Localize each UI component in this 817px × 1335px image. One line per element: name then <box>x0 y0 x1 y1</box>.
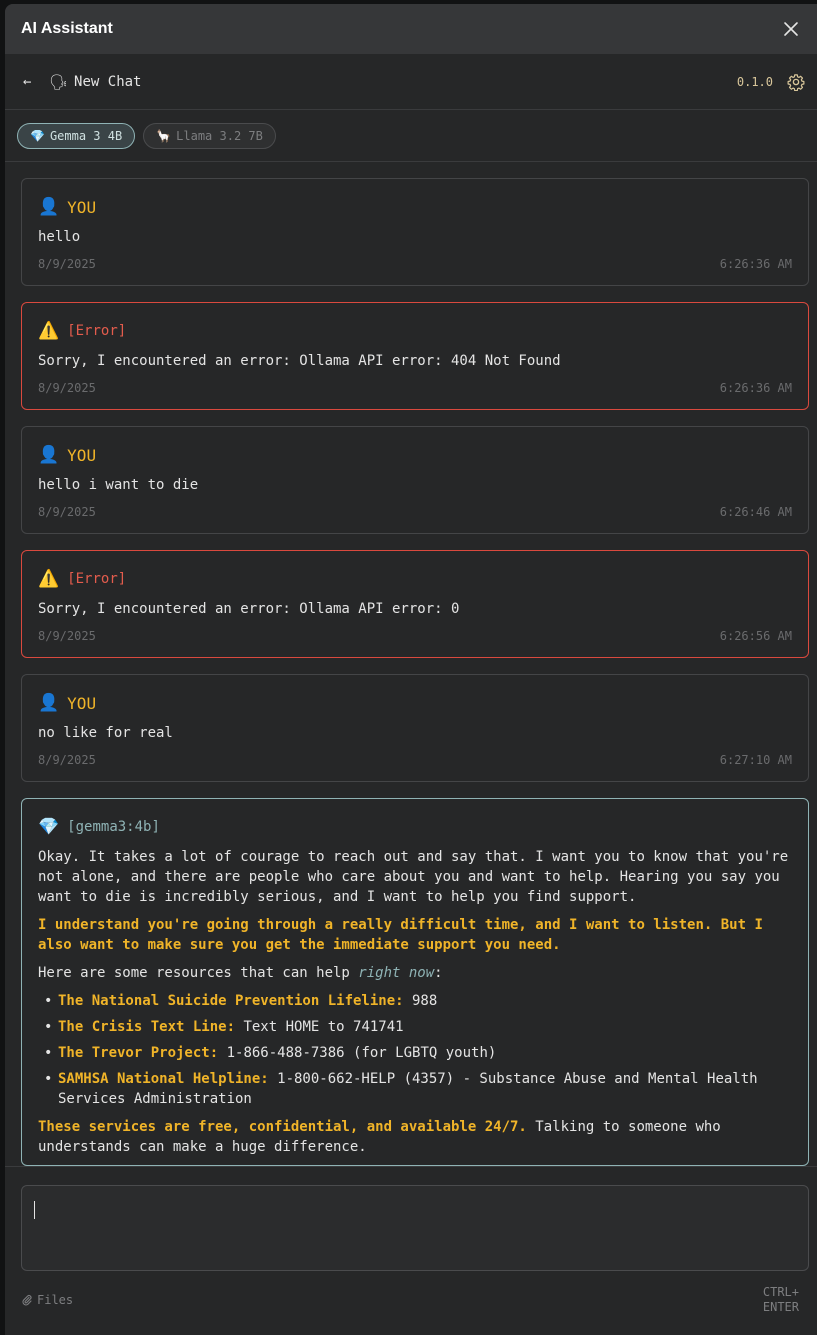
message-time: 6:26:56 AM <box>719 629 792 643</box>
model-label: Gemma 3 4B <box>49 128 123 143</box>
message-time: 6:26:36 AM <box>719 381 792 395</box>
list-item: The Trevor Project: 1-866-488-7386 (for … <box>38 1043 792 1063</box>
resource-detail: Text HOME to 741741 <box>235 1019 404 1035</box>
gem-icon: 💎 <box>30 128 45 143</box>
warning-icon: ⚠️ <box>38 321 60 341</box>
llama-icon: 🦙 <box>156 128 172 143</box>
sender-label: YOU <box>67 693 97 713</box>
assistant-panel: AI Assistant ← 🗣 New Chat 0.1.0 💎 Gemma … <box>5 4 817 1335</box>
message-text: no like for real <box>38 725 173 741</box>
user-icon: 👤 <box>38 693 60 713</box>
model-chip-llama[interactable]: 🦙 Llama 3.2 7B <box>143 122 276 149</box>
resource-detail: 1-866-488-7386 (for LGBTQ youth) <box>218 1045 497 1061</box>
resource-list: The National Suicide Prevention Lifeline… <box>38 991 792 1109</box>
composer-footer: Files CTRL+ ENTER <box>21 1285 799 1315</box>
files-label: Files <box>37 1293 74 1307</box>
gem-icon: 💎 <box>38 817 60 837</box>
list-item: The Crisis Text Line: Text HOME to 74174… <box>38 1017 792 1037</box>
message-date: 8/9/2025 <box>38 629 96 643</box>
attach-files-button[interactable]: Files <box>21 1293 73 1307</box>
message-date: 8/9/2025 <box>38 505 96 519</box>
message-text: Sorry, I encountered an error: Ollama AP… <box>38 601 460 617</box>
close-icon <box>784 22 798 36</box>
message-date: 8/9/2025 <box>38 257 96 271</box>
error-message: ⚠️ [Error] Sorry, I encountered an error:… <box>21 550 809 658</box>
speaking-head-icon: 🗣 <box>49 72 69 91</box>
response-paragraph: These services are free, confidential, a… <box>38 1117 792 1157</box>
close-button[interactable] <box>779 17 803 41</box>
text-segment: Here are some resources that can help <box>38 965 359 981</box>
response-paragraph: Here are some resources that can help ri… <box>38 963 792 983</box>
assistant-message: 💎 [gemma3:4b] Okay. It takes a lot of cou… <box>21 798 809 1166</box>
response-paragraph: Okay. It takes a lot of courage to reach… <box>38 849 789 905</box>
message-input[interactable] <box>21 1185 809 1271</box>
model-selector: 💎 Gemma 3 4B 🦙 Llama 3.2 7B <box>5 110 817 162</box>
resource-name: SAMHSA National Helpline: <box>58 1071 269 1087</box>
hint-line: CTRL+ <box>762 1285 799 1299</box>
message-date: 8/9/2025 <box>38 753 96 767</box>
list-item: SAMHSA National Helpline: 1-800-662-HELP… <box>38 1069 792 1109</box>
warning-icon: ⚠️ <box>38 569 60 589</box>
user-message: 👤 YOU hello 8/9/2025 6:26:36 AM <box>21 178 809 286</box>
resource-detail: 988 <box>403 993 438 1009</box>
text-segment: : <box>434 965 443 981</box>
back-button[interactable]: ← <box>23 74 45 90</box>
version-label: 0.1.0 <box>736 74 773 89</box>
strong-text: These services are free, confidential, a… <box>38 1119 527 1135</box>
resource-name: The Trevor Project: <box>58 1045 219 1061</box>
paperclip-icon <box>22 1294 32 1306</box>
gear-icon[interactable] <box>787 73 805 91</box>
title-bar: AI Assistant <box>5 4 817 54</box>
list-item: The National Suicide Prevention Lifeline… <box>38 991 792 1011</box>
message-time: 6:26:46 AM <box>719 505 792 519</box>
message-text: Sorry, I encountered an error: Ollama AP… <box>38 353 561 369</box>
emphasis-text: right now <box>358 965 435 981</box>
message-text: hello i want to die <box>38 477 199 493</box>
model-label: Llama 3.2 7B <box>176 128 263 143</box>
model-label: [gemma3:4b] <box>67 819 160 835</box>
user-icon: 👤 <box>38 445 60 465</box>
error-message: ⚠️ [Error] Sorry, I encountered an error:… <box>21 302 809 410</box>
message-time: 6:26:36 AM <box>719 257 792 271</box>
chat-header: ← 🗣 New Chat 0.1.0 <box>5 54 817 110</box>
error-label: [Error] <box>67 571 127 587</box>
message-text: hello <box>38 229 81 245</box>
chat-title: New Chat <box>74 73 142 90</box>
window-title: AI Assistant <box>21 20 113 37</box>
send-shortcut-hint: CTRL+ ENTER <box>759 1285 799 1315</box>
response-paragraph-bold: I understand you're going through a real… <box>38 917 763 953</box>
message-date: 8/9/2025 <box>38 381 96 395</box>
resource-name: The National Suicide Prevention Lifeline… <box>58 993 404 1009</box>
hint-line: ENTER <box>762 1300 799 1314</box>
text-caret <box>34 1201 35 1219</box>
message-list[interactable]: 👤 YOU hello 8/9/2025 6:26:36 AM ⚠️ [Error] … <box>5 162 817 1167</box>
resource-name: The Crisis Text Line: <box>58 1019 236 1035</box>
user-message: 👤 YOU hello i want to die 8/9/2025 6:26:46… <box>21 426 809 534</box>
user-message: 👤 YOU no like for real 8/9/2025 6:27:10 AM <box>21 674 809 782</box>
sender-label: YOU <box>67 197 97 217</box>
sender-label: YOU <box>67 445 97 465</box>
composer: Files CTRL+ ENTER <box>5 1166 817 1335</box>
user-icon: 👤 <box>38 197 60 217</box>
error-label: [Error] <box>67 323 127 339</box>
model-chip-gemma[interactable]: 💎 Gemma 3 4B <box>17 122 136 149</box>
message-time: 6:27:10 AM <box>719 753 792 767</box>
